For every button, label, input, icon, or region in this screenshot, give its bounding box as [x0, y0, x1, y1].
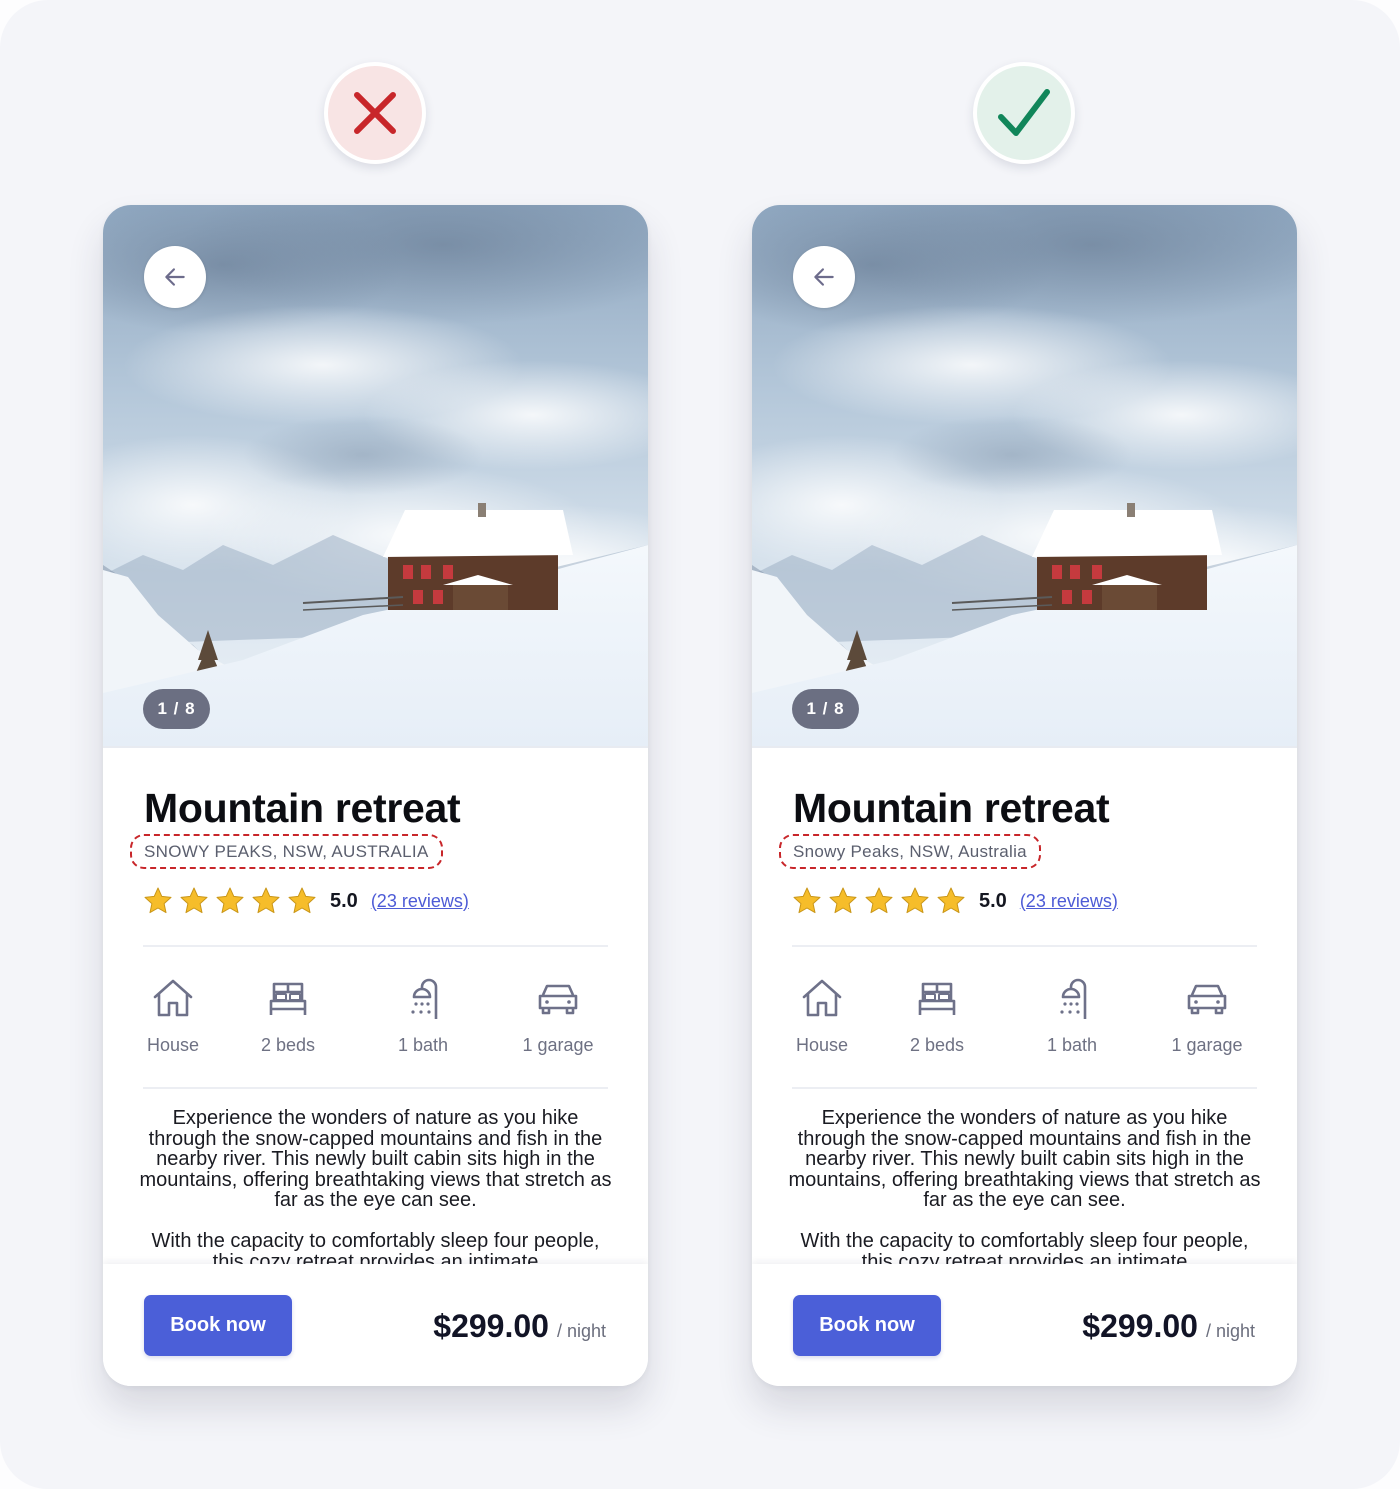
feature-item: 1 bath: [1012, 975, 1132, 1056]
feature-list: House 2 beds 1 bath 1 garage: [782, 975, 1267, 1056]
reviews-link[interactable]: (23 reviews): [1020, 891, 1118, 912]
arrow-left-icon: [814, 268, 834, 286]
divider: [143, 945, 608, 947]
incorrect-badge: [324, 62, 426, 164]
hero-photo[interactable]: 1 / 8: [752, 205, 1297, 748]
description-paragraph: With the capacity to comfortably sleep f…: [151, 1230, 600, 1264]
divider: [143, 1087, 608, 1089]
reviews-link[interactable]: (23 reviews): [371, 891, 469, 912]
location-highlight: SNOWY PEAKS, NSW, AUSTRALIA: [130, 834, 443, 869]
feature-item: House: [782, 975, 862, 1056]
star-rating: [143, 886, 317, 916]
feature-item: 1 garage: [1147, 975, 1267, 1056]
star-icon: [180, 887, 208, 914]
listing-location: SNOWY PEAKS, NSW, AUSTRALIA: [144, 841, 429, 861]
listing-description: Experience the wonders of nature as you …: [139, 1108, 612, 1264]
feature-label: 2 beds: [260, 1035, 316, 1055]
shower-icon: [1060, 978, 1087, 1019]
listing-card-incorrect: 1 / 8 Mountain retreat SNOWY PEAKS, NSW,…: [103, 205, 648, 1386]
feature-list: House 2 beds 1 bath 1 garage: [133, 975, 618, 1056]
rating-value: 5.0: [979, 889, 1007, 912]
feature-item: 1 bath: [363, 975, 483, 1056]
star-icon: [144, 887, 172, 914]
comparison-canvas: 1 / 8 Mountain retreat SNOWY PEAKS, NSW,…: [0, 0, 1400, 1489]
feature-label: 1 bath: [397, 1035, 449, 1055]
description-paragraph: Experience the wonders of nature as you …: [139, 1108, 612, 1211]
star-icon: [216, 887, 244, 914]
house-icon: [802, 979, 842, 1017]
booking-footer: Book now $299.00 / night: [103, 1264, 648, 1386]
image-counter: 1 / 8: [143, 689, 210, 729]
star-icon: [252, 887, 280, 914]
description-paragraph: Experience the wonders of nature as you …: [788, 1108, 1261, 1211]
booking-footer: Book now $299.00 / night: [752, 1264, 1297, 1386]
star-icon: [937, 887, 965, 914]
feature-label: 1 garage: [522, 1035, 594, 1055]
feature-label: House: [795, 1035, 849, 1055]
feature-label: 1 garage: [1171, 1035, 1243, 1055]
price-amount: $299.00: [433, 1308, 549, 1344]
feature-item: 2 beds: [877, 975, 997, 1056]
listing-title: Mountain retreat: [793, 785, 1110, 831]
feature-item: House: [133, 975, 213, 1056]
feature-label: 2 beds: [909, 1035, 965, 1055]
star-icon: [901, 887, 929, 914]
bed-icon: [269, 982, 307, 1015]
feature-label: 1 bath: [1046, 1035, 1098, 1055]
back-button[interactable]: [144, 246, 206, 308]
listing-location: Snowy Peaks, NSW, Australia: [793, 841, 1027, 861]
divider: [792, 1087, 1257, 1089]
back-button[interactable]: [793, 246, 855, 308]
arrow-left-icon: [165, 268, 185, 286]
bed-icon: [918, 982, 956, 1015]
location-highlight: Snowy Peaks, NSW, Australia: [779, 834, 1041, 869]
listing-description: Experience the wonders of nature as you …: [788, 1108, 1261, 1264]
feature-label: House: [146, 1035, 200, 1055]
feature-item: 2 beds: [228, 975, 348, 1056]
listing-title: Mountain retreat: [144, 785, 461, 831]
rating-row: 5.0 (23 reviews): [143, 885, 469, 917]
cross-icon: [354, 92, 396, 134]
check-icon: [998, 89, 1050, 136]
star-icon: [793, 887, 821, 914]
star-rating: [792, 886, 966, 916]
hero-photo[interactable]: 1 / 8: [103, 205, 648, 748]
book-now-button[interactable]: Book now: [793, 1295, 941, 1356]
correct-badge: [973, 62, 1075, 164]
price-amount: $299.00: [1082, 1308, 1198, 1344]
star-icon: [829, 887, 857, 914]
price-unit: / night: [556, 1321, 606, 1341]
car-icon: [538, 984, 578, 1015]
rating-value: 5.0: [330, 889, 358, 912]
star-icon: [865, 887, 893, 914]
price: $299.00 / night: [1082, 1308, 1255, 1345]
listing-card-correct: 1 / 8 Mountain retreat Snowy Peaks, NSW,…: [752, 205, 1297, 1386]
car-icon: [1187, 984, 1227, 1015]
price: $299.00 / night: [433, 1308, 606, 1345]
price-unit: / night: [1205, 1321, 1255, 1341]
shower-icon: [411, 978, 438, 1019]
image-counter: 1 / 8: [792, 689, 859, 729]
star-icon: [288, 887, 316, 914]
description-paragraph: With the capacity to comfortably sleep f…: [800, 1230, 1249, 1264]
house-icon: [153, 979, 193, 1017]
feature-item: 1 garage: [498, 975, 618, 1056]
rating-row: 5.0 (23 reviews): [792, 885, 1118, 917]
divider: [792, 945, 1257, 947]
book-now-button[interactable]: Book now: [144, 1295, 292, 1356]
